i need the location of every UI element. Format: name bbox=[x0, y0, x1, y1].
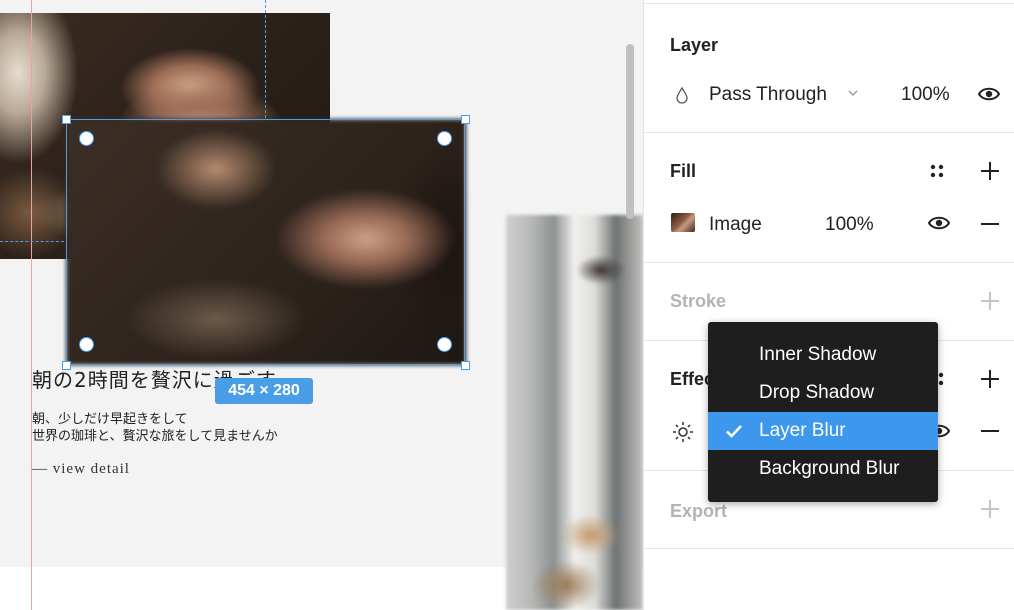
eye-icon[interactable] bbox=[927, 214, 951, 232]
add-fill-icon[interactable] bbox=[980, 161, 1000, 181]
resize-handle-top-left[interactable] bbox=[62, 115, 71, 124]
selection-size-badge: 454 × 280 bbox=[215, 378, 313, 404]
section-divider bbox=[644, 3, 1014, 4]
menu-item-label: Inner Shadow bbox=[759, 344, 877, 365]
add-effect-icon[interactable] bbox=[980, 369, 1000, 389]
properties-panel: Layer Pass Through 100% Fill Image 100% … bbox=[643, 0, 1014, 610]
menu-item-label: Layer Blur bbox=[759, 420, 846, 441]
remove-fill-icon[interactable] bbox=[980, 214, 1000, 234]
style-grid-icon[interactable] bbox=[929, 163, 945, 179]
canvas-body-text[interactable]: 朝、少しだけ早起きをして 世界の珈琲と、贅沢な旅をして見ませんか bbox=[32, 411, 278, 445]
image-fill-thumbnail[interactable] bbox=[671, 213, 695, 232]
section-divider bbox=[644, 548, 1014, 549]
resize-handle-bottom-right[interactable] bbox=[461, 361, 470, 370]
fill-opacity-input[interactable]: 100% bbox=[825, 214, 874, 236]
menu-item-drop-shadow[interactable]: Drop Shadow bbox=[708, 374, 938, 412]
layout-guide-red bbox=[31, 0, 32, 610]
menu-item-layer-blur[interactable]: Layer Blur bbox=[708, 412, 938, 450]
eye-icon[interactable] bbox=[977, 85, 1001, 103]
add-stroke-icon[interactable] bbox=[980, 291, 1000, 311]
export-section-title: Export bbox=[670, 501, 728, 521]
menu-item-background-blur[interactable]: Background Blur bbox=[708, 450, 938, 488]
corner-radius-handle-bottom-right[interactable] bbox=[437, 337, 452, 352]
add-export-icon[interactable] bbox=[980, 499, 1000, 519]
blend-drop-icon bbox=[676, 86, 688, 104]
section-divider bbox=[644, 262, 1014, 263]
fill-type-label[interactable]: Image bbox=[709, 214, 762, 236]
menu-item-label: Background Blur bbox=[759, 458, 900, 479]
corner-radius-handle-bottom-left[interactable] bbox=[79, 337, 94, 352]
corner-radius-handle-top-right[interactable] bbox=[437, 131, 452, 146]
blend-mode-select[interactable]: Pass Through bbox=[709, 84, 827, 106]
corner-radius-handle-top-left[interactable] bbox=[79, 131, 94, 146]
layer-opacity-input[interactable]: 100% bbox=[901, 84, 950, 106]
body-line: 世界の珈琲と、贅沢な旅をして見ませんか bbox=[32, 429, 278, 444]
menu-item-label: Drop Shadow bbox=[759, 382, 875, 403]
smart-guide-horizontal bbox=[0, 241, 64, 242]
smart-guide-vertical bbox=[265, 0, 266, 118]
design-canvas[interactable]: 朝の2時間を贅沢に過ごす 454 × 280 朝、少しだけ早起きをして 世界の珈… bbox=[0, 0, 643, 610]
fill-section-title: Fill bbox=[670, 161, 696, 181]
layer-section-title: Layer bbox=[670, 35, 719, 55]
resize-handle-top-right[interactable] bbox=[461, 115, 470, 124]
selection-box[interactable] bbox=[66, 119, 465, 365]
body-line: 朝、少しだけ早起きをして bbox=[32, 412, 188, 427]
cafe-counter-image[interactable] bbox=[506, 215, 643, 610]
view-detail-link[interactable]: — view detail bbox=[32, 461, 130, 478]
canvas-scrollbar[interactable] bbox=[626, 44, 634, 219]
section-divider bbox=[644, 132, 1014, 133]
stroke-section-title: Stroke bbox=[670, 291, 727, 311]
checkmark-icon bbox=[726, 425, 742, 438]
remove-effect-icon[interactable] bbox=[980, 421, 1000, 441]
menu-item-inner-shadow[interactable]: Inner Shadow bbox=[708, 336, 938, 374]
effect-settings-sun-icon[interactable] bbox=[671, 420, 695, 444]
effect-type-menu[interactable]: Inner Shadow Drop Shadow Layer Blur Back… bbox=[708, 322, 938, 502]
chevron-down-icon[interactable] bbox=[847, 89, 859, 97]
